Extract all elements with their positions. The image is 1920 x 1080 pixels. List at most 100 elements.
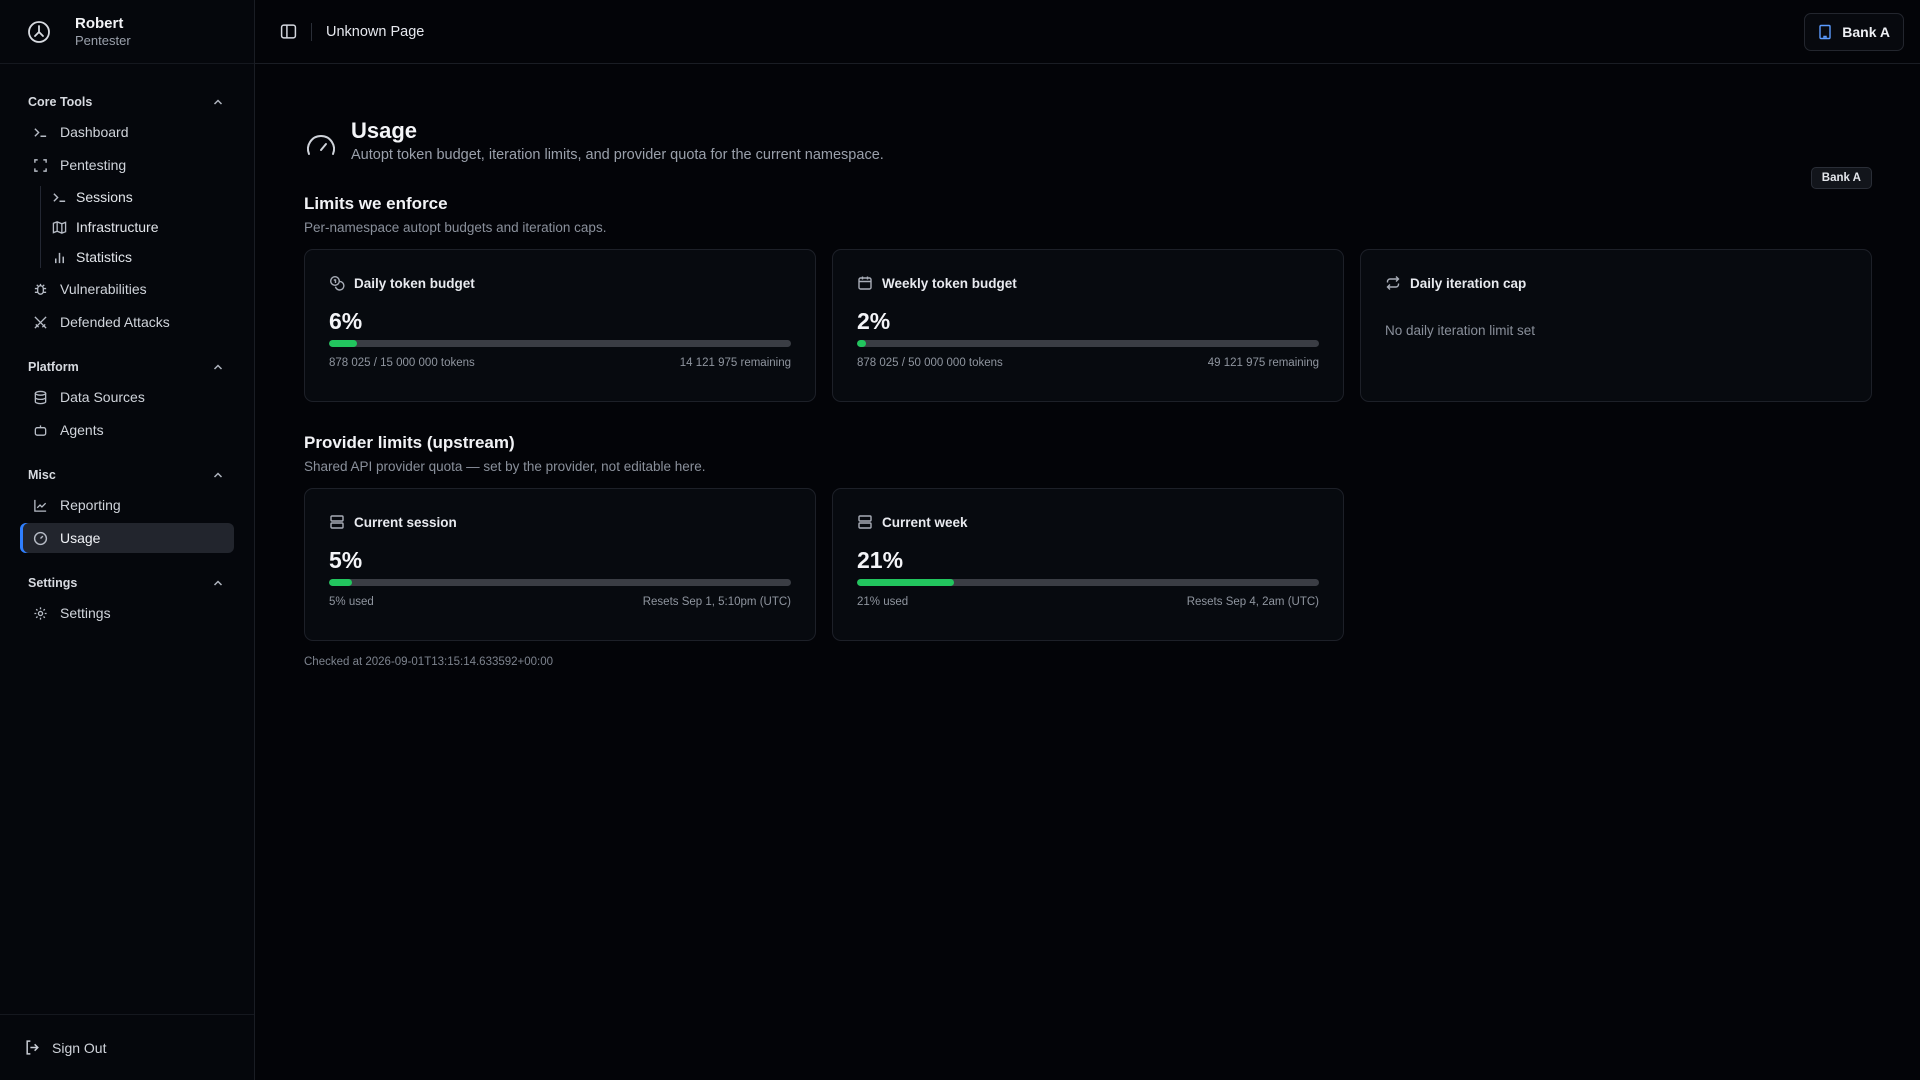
- page-header: Usage Autopt token budget, iteration lim…: [304, 118, 1920, 164]
- group-misc: Misc Reporting Usage: [0, 463, 254, 553]
- bar-chart-icon: [51, 249, 67, 265]
- reset-detail: Resets Sep 1, 5:10pm (UTC): [642, 596, 791, 608]
- terminal-icon: [51, 189, 67, 205]
- coins-icon: [329, 275, 345, 291]
- server-icon: [330, 515, 344, 529]
- gauge-icon: [32, 530, 48, 546]
- app: Robert Pentester Core Tools Dashboard Pe…: [0, 0, 1920, 1080]
- usage-detail: 5% used: [329, 596, 374, 608]
- progress-fill: [857, 579, 955, 586]
- page-subtitle: Autopt token budget, iteration limits, a…: [351, 147, 884, 163]
- chevron-up-icon: [213, 99, 223, 105]
- sidebar-item-statistics[interactable]: Statistics: [20, 244, 234, 270]
- chevron-up-icon: [213, 580, 223, 586]
- sidebar-item-label: Infrastructure: [76, 219, 159, 235]
- group-platform: Platform Data Sources Agents: [0, 355, 254, 445]
- sidebar-item-defended-attacks[interactable]: Defended Attacks: [20, 307, 234, 337]
- group-header-platform[interactable]: Platform: [0, 355, 254, 379]
- weekly-token-budget-card: Weekly token budget 2% 878 025 / 50 000 …: [832, 249, 1344, 402]
- sidebar-item-settings[interactable]: Settings: [20, 598, 234, 628]
- section-title: Provider limits (upstream): [304, 433, 515, 452]
- progress-fill: [329, 340, 357, 347]
- group-header-misc[interactable]: Misc: [0, 463, 254, 487]
- bug-icon: [32, 281, 48, 297]
- avatar-icon: [26, 19, 52, 45]
- sidebar-item-data-sources[interactable]: Data Sources: [20, 382, 234, 412]
- scan-icon: [32, 157, 48, 173]
- limits-cards: Daily token budget 6% 878 025 / 15 000 0…: [304, 249, 1920, 402]
- sidebar-item-sessions[interactable]: Sessions: [20, 184, 234, 210]
- group-label: Core Tools: [28, 95, 93, 109]
- line-chart-icon: [32, 497, 48, 513]
- page-content: Bank A Usage Autopt token budget, iterat…: [255, 118, 1920, 668]
- usage-detail: 878 025 / 50 000 000 tokens: [857, 357, 1003, 369]
- sidebar-item-infrastructure[interactable]: Infrastructure: [20, 214, 234, 240]
- sidebar-item-label: Statistics: [76, 249, 133, 265]
- group-label: Misc: [28, 468, 56, 482]
- group-label: Platform: [28, 360, 79, 374]
- sidebar-item-label: Reporting: [60, 497, 121, 513]
- bot-icon: [32, 422, 48, 438]
- daily-token-budget-card: Daily token budget 6% 878 025 / 15 000 0…: [304, 249, 816, 402]
- group-label: Settings: [28, 576, 78, 590]
- gear-icon: [32, 605, 48, 621]
- percent-value: 5%: [329, 547, 363, 573]
- sidebar-item-vulnerabilities[interactable]: Vulnerabilities: [20, 274, 234, 304]
- sidebar-item-label: Sessions: [76, 189, 133, 205]
- server-icon: [858, 515, 872, 529]
- panel-left-icon: [280, 24, 296, 39]
- section-subtitle: Per-namespace autopt budgets and iterati…: [304, 220, 607, 235]
- remaining-detail: 14 121 975 remaining: [679, 357, 791, 369]
- sidebar-item-agents[interactable]: Agents: [20, 415, 234, 445]
- group-header-settings[interactable]: Settings: [0, 571, 254, 595]
- sign-out-label: Sign Out: [52, 1039, 107, 1056]
- chevron-up-icon: [213, 364, 223, 370]
- page-title: Usage: [351, 118, 418, 143]
- card-title: Weekly token budget: [882, 275, 1017, 291]
- sidebar-item-dashboard[interactable]: Dashboard: [20, 117, 234, 147]
- main-area: Unknown Page Bank A Bank A Usage Autopt …: [255, 0, 1920, 1080]
- sidebar-item-reporting[interactable]: Reporting: [20, 490, 234, 520]
- namespace-badge: Bank A: [1810, 167, 1872, 189]
- usage-detail: 21% used: [857, 596, 909, 608]
- namespace-switcher-button[interactable]: Bank A: [1804, 13, 1904, 51]
- progress-fill: [329, 579, 353, 586]
- sidebar-item-label: Pentesting: [60, 157, 127, 173]
- sidebar-item-label: Dashboard: [60, 124, 129, 140]
- sidebar-item-label: Data Sources: [60, 389, 145, 405]
- percent-value: 6%: [329, 308, 363, 334]
- checked-at-timestamp: Checked at 2026-09-01T13:15:14.633592+00…: [304, 656, 554, 668]
- sidebar-toggle-button[interactable]: [273, 17, 303, 47]
- sidebar-nav: Core Tools Dashboard Pentesting Sessions: [0, 64, 254, 646]
- log-out-icon: [26, 1040, 39, 1055]
- gauge-icon: [307, 135, 335, 155]
- percent-value: 21%: [857, 547, 904, 573]
- progress-bar: [329, 340, 791, 347]
- group-settings: Settings Settings: [0, 571, 254, 628]
- building-icon: [1819, 24, 1831, 40]
- daily-iteration-cap-card: Daily iteration cap No daily iteration l…: [1360, 249, 1872, 402]
- remaining-detail: 49 121 975 remaining: [1207, 357, 1319, 369]
- chevron-up-icon: [213, 472, 223, 478]
- section-subtitle: Shared API provider quota — set by the p…: [304, 459, 706, 474]
- percent-value: 2%: [857, 308, 891, 334]
- sidebar-item-usage[interactable]: Usage: [20, 523, 234, 553]
- pentesting-submenu: Sessions Infrastructure Statistics: [0, 184, 254, 270]
- progress-bar: [329, 579, 791, 586]
- provider-section: Provider limits (upstream) Shared API pr…: [304, 433, 1920, 641]
- card-title: Daily iteration cap: [1410, 275, 1527, 291]
- user-name: Robert: [75, 14, 124, 32]
- empty-state-text: No daily iteration limit set: [1385, 323, 1536, 338]
- user-profile[interactable]: Robert Pentester: [0, 0, 254, 64]
- namespace-label: Bank A: [1842, 24, 1890, 40]
- sidebar-item-label: Agents: [60, 422, 104, 438]
- divider: [311, 22, 312, 41]
- group-header-core-tools[interactable]: Core Tools: [0, 90, 254, 114]
- repeat-icon: [1386, 276, 1400, 290]
- sidebar-item-label: Usage: [60, 530, 101, 546]
- sidebar-item-label: Settings: [60, 605, 111, 621]
- sign-out-button[interactable]: Sign Out: [0, 1014, 254, 1080]
- card-title: Current week: [882, 514, 968, 530]
- provider-cards: Current session 5% 5% used Resets Sep 1,…: [304, 488, 1920, 641]
- sidebar-item-pentesting[interactable]: Pentesting: [20, 150, 234, 180]
